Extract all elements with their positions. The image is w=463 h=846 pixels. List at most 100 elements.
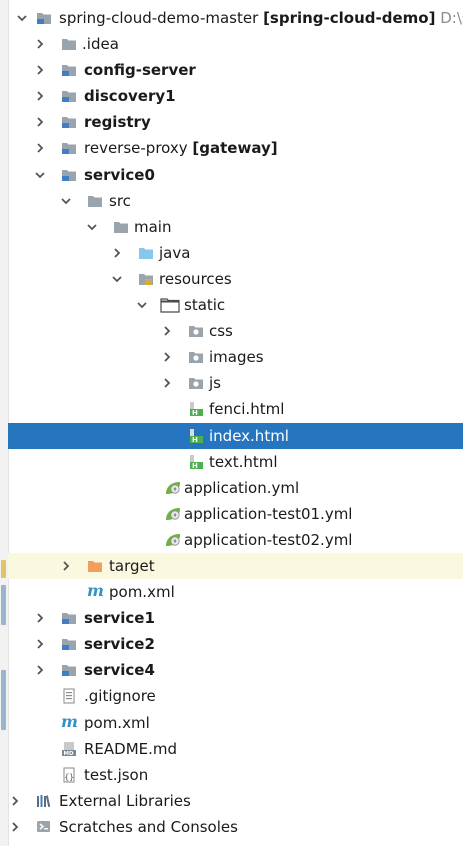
static-label: static — [184, 296, 226, 315]
chevron-right-icon[interactable] — [161, 370, 173, 396]
chevron-down-icon[interactable] — [34, 162, 46, 188]
tree-item-scratches[interactable]: Scratches and Consoles — [8, 814, 463, 840]
tree-item-src[interactable]: src — [8, 188, 463, 214]
web-folder-icon — [188, 323, 204, 339]
tree-item-test-json[interactable]: {} test.json — [8, 762, 463, 788]
tree-item-application-yml[interactable]: application.yml — [8, 475, 463, 501]
web-folder-icon — [188, 375, 204, 391]
project-tree: spring-cloud-demo-master [spring-cloud-d… — [8, 5, 463, 840]
chevron-down-icon[interactable] — [60, 188, 72, 214]
main-label: main — [134, 217, 172, 236]
scratches-icon — [36, 819, 52, 835]
tree-item-application-test01-yml[interactable]: application-test01.yml — [8, 501, 463, 527]
chevron-right-icon[interactable] — [34, 83, 46, 109]
tree-item-gitignore[interactable]: .gitignore — [8, 683, 463, 709]
chevron-right-icon[interactable] — [9, 814, 21, 840]
tree-item-external-libraries[interactable]: External Libraries — [8, 788, 463, 814]
gitignore-label: .gitignore — [84, 687, 156, 706]
chevron-right-icon[interactable] — [9, 788, 21, 814]
folder-icon — [87, 193, 103, 209]
spring-config-icon — [163, 506, 183, 522]
service4-label: service4 — [84, 661, 155, 680]
tree-item-static[interactable]: static — [8, 292, 463, 318]
module-folder-icon — [36, 10, 52, 26]
tree-item-target[interactable]: target — [8, 552, 463, 580]
chevron-down-icon[interactable] — [111, 266, 123, 292]
chevron-down-icon[interactable] — [136, 292, 148, 318]
chevron-right-icon[interactable] — [34, 605, 46, 631]
test-json-label: test.json — [84, 765, 149, 784]
tree-item-css[interactable]: css — [8, 318, 463, 344]
scratches-label: Scratches and Consoles — [59, 817, 238, 836]
tree-item-service4[interactable]: service4 — [8, 657, 463, 683]
registry-label: registry — [84, 113, 151, 132]
application-yml-label: application.yml — [184, 478, 300, 497]
source-folder-icon — [138, 245, 154, 261]
tree-item-service2[interactable]: service2 — [8, 631, 463, 657]
tree-item-fenci-html[interactable]: H fenci.html — [8, 396, 463, 422]
strip-mark — [1, 560, 6, 578]
tree-item-readme[interactable]: MD README.md — [8, 736, 463, 762]
tree-item-java[interactable]: java — [8, 240, 463, 266]
tree-item-idea[interactable]: .idea — [8, 31, 463, 57]
tree-item-service0-pom[interactable]: m pom.xml — [8, 579, 463, 605]
chevron-right-icon[interactable] — [34, 657, 46, 683]
tree-item-application-test02-yml[interactable]: application-test02.yml — [8, 527, 463, 553]
svg-text:{}: {} — [64, 772, 74, 781]
chevron-right-icon[interactable] — [34, 109, 46, 135]
tree-item-images[interactable]: images — [8, 344, 463, 370]
js-label: js — [209, 374, 221, 393]
root-path: D:\sp — [440, 9, 463, 27]
chevron-right-icon[interactable] — [34, 135, 46, 161]
tree-item-resources[interactable]: resources — [8, 266, 463, 292]
text-file-icon — [61, 688, 77, 704]
tree-item-discovery1[interactable]: discovery1 — [8, 83, 463, 109]
chevron-right-icon[interactable] — [34, 57, 46, 83]
resources-folder-icon — [138, 271, 154, 287]
chevron-right-icon[interactable] — [34, 631, 46, 657]
chevron-right-icon[interactable] — [161, 318, 173, 344]
module-folder-icon — [61, 610, 77, 626]
config-server-label: config-server — [84, 61, 196, 80]
readme-label: README.md — [84, 739, 178, 758]
svg-text:H: H — [192, 462, 198, 470]
root-pom-label: pom.xml — [84, 713, 150, 732]
tree-item-js[interactable]: js — [8, 370, 463, 396]
folder-icon — [61, 36, 77, 52]
module-folder-icon — [61, 114, 77, 130]
fenci-html-label: fenci.html — [209, 400, 285, 419]
service1-label: service1 — [84, 609, 155, 628]
tree-item-registry[interactable]: registry — [8, 109, 463, 135]
tree-item-root[interactable]: spring-cloud-demo-master [spring-cloud-d… — [8, 5, 463, 31]
folder-icon — [113, 219, 129, 235]
chevron-down-icon[interactable] — [86, 214, 98, 240]
tree-item-root-pom[interactable]: m pom.xml — [8, 710, 463, 736]
open-folder-icon — [160, 297, 180, 313]
tree-item-service0[interactable]: service0 — [8, 162, 463, 188]
java-label: java — [159, 243, 191, 262]
excluded-folder-icon — [87, 558, 103, 574]
chevron-right-icon[interactable] — [111, 240, 123, 266]
service2-label: service2 — [84, 635, 155, 654]
tree-item-service1[interactable]: service1 — [8, 605, 463, 631]
tree-item-config-server[interactable]: config-server — [8, 57, 463, 83]
svg-text:MD: MD — [64, 751, 74, 757]
root-module: [spring-cloud-demo] — [263, 9, 436, 27]
web-folder-icon — [188, 349, 204, 365]
module-folder-icon — [61, 636, 77, 652]
module-folder-icon — [61, 62, 77, 78]
chevron-right-icon[interactable] — [34, 31, 46, 57]
chevron-down-icon[interactable] — [16, 5, 28, 31]
libraries-icon — [36, 793, 52, 809]
discovery1-label: discovery1 — [84, 87, 176, 106]
svg-text:H: H — [192, 410, 198, 418]
tree-item-text-html[interactable]: H text.html — [8, 449, 463, 475]
tree-item-reverse-proxy[interactable]: reverse-proxy [gateway] — [8, 135, 463, 161]
module-folder-icon — [61, 140, 77, 156]
tree-item-index-html[interactable]: H index.html — [8, 422, 463, 449]
chevron-right-icon[interactable] — [161, 344, 173, 370]
tree-item-main[interactable]: main — [8, 214, 463, 240]
root-name: spring-cloud-demo-master — [59, 9, 259, 27]
chevron-right-icon[interactable] — [60, 553, 72, 579]
module-folder-icon — [61, 88, 77, 104]
